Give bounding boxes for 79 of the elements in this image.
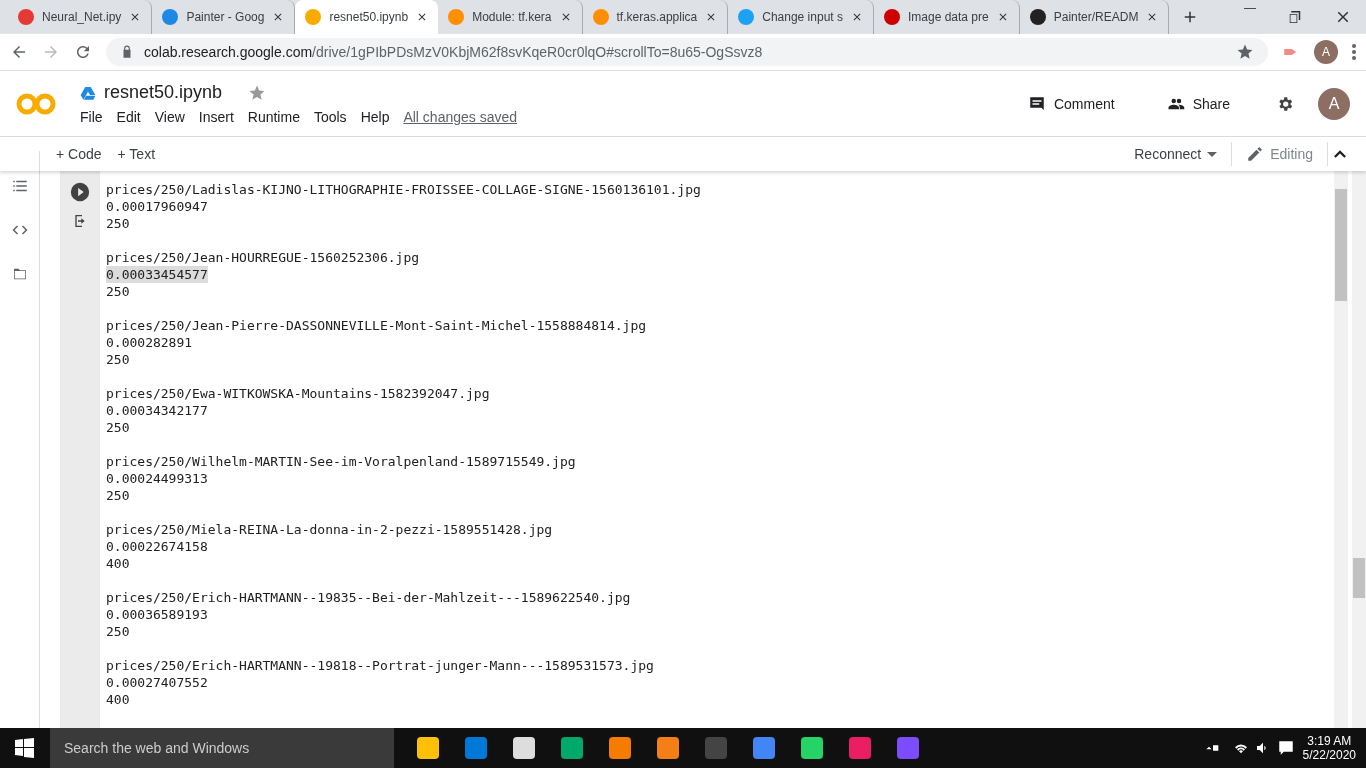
app-icon[interactable] — [753, 737, 775, 759]
add-code-button[interactable]: + Code — [48, 142, 110, 166]
output-line: 0.00022674158 — [106, 538, 208, 555]
app-icon[interactable] — [849, 737, 871, 759]
output-line: prices/250/Erich-HARTMANN--19835--Bei-der-Mahlzeit---1589622540.jpg — [106, 589, 631, 606]
notebook-title[interactable]: resnet50.ipynb — [104, 82, 223, 103]
menu-item[interactable]: Help — [360, 109, 390, 125]
profile-avatar[interactable]: A — [1314, 40, 1338, 64]
output-line: 0.00036589193 — [106, 606, 208, 623]
caret-icon — [1207, 151, 1218, 157]
menu-item[interactable]: File — [80, 109, 103, 125]
favicon-icon — [592, 9, 609, 25]
output-line: 250 — [106, 623, 130, 640]
add-text-button[interactable]: + Text — [109, 142, 164, 166]
notification-icon — [1276, 739, 1295, 757]
app-icon[interactable] — [897, 737, 919, 759]
output-line: 250 — [106, 283, 130, 300]
comment-icon — [1027, 94, 1046, 113]
output-line: 250 — [106, 351, 130, 368]
output-line: 0.00034342177 — [106, 402, 208, 419]
search-field[interactable]: Search the web and Windows — [50, 728, 394, 768]
save-status-link[interactable]: All changes saved — [403, 109, 518, 125]
reload-icon — [74, 43, 92, 61]
drive-icon — [80, 84, 96, 101]
favicon-icon — [884, 9, 900, 25]
run-icon — [69, 181, 91, 203]
colab-logo[interactable] — [16, 91, 56, 116]
output-line: 0.00027407552 — [106, 674, 208, 691]
output-line: prices/250/Ewa-WITKOWSKA-Mountains-1582392047.jpg — [106, 385, 490, 402]
app-icon[interactable] — [561, 737, 583, 759]
reconnect-button[interactable]: Reconnect — [1126, 142, 1226, 166]
app-icon[interactable] — [417, 737, 439, 759]
menu-item[interactable]: Tools — [313, 109, 347, 125]
output-line: 0.00017960947 — [106, 198, 208, 215]
app-icon[interactable] — [657, 737, 679, 759]
star-icon — [1236, 43, 1254, 61]
favicon-icon — [162, 9, 179, 25]
favicon-icon — [18, 9, 34, 25]
address-bar[interactable]: colab.research.google.com/drive/1gPIbPDsMzV0KbjM62f8svKqeR0cr0lqO#scrollTo=8u65-OgSsvz8 — [106, 38, 1268, 66]
favicon-icon — [448, 9, 465, 25]
menu-item[interactable]: Edit — [116, 109, 141, 125]
browser-tab[interactable]: resnet50.ipynb — [295, 0, 439, 34]
output-line: 0.000282891 — [106, 334, 193, 351]
output-line: prices/250/Jean-Pierre-DASSONNEVILLE-Mont-Saint-Michel-1558884814.jpg — [106, 317, 647, 334]
favicon-icon — [1029, 9, 1046, 25]
output-line: 250 — [106, 419, 130, 436]
pencil-icon — [1246, 145, 1265, 163]
output-line: 250 — [106, 487, 130, 504]
output-line: 400 — [106, 555, 130, 572]
collapse-icon — [1334, 150, 1346, 158]
clock[interactable]: 3:19 AM 5/22/2020 — [1302, 734, 1356, 762]
menu-item[interactable]: Runtime — [247, 109, 300, 125]
editing-button[interactable]: Editing — [1238, 141, 1321, 167]
comment-button[interactable]: Comment — [1021, 93, 1121, 114]
forward-icon — [42, 43, 60, 61]
output-line: 250 — [106, 215, 130, 232]
user-avatar[interactable]: A — [1318, 87, 1350, 120]
app-icon[interactable] — [609, 737, 631, 759]
app-icon[interactable] — [801, 737, 823, 759]
favicon-icon — [305, 9, 322, 25]
output-line: 0.00024499313 — [106, 470, 208, 487]
output-line: prices/250/Miela-REINA-La-donna-in-2-pezzi-1589551428.jpg — [106, 521, 553, 538]
app-icon[interactable] — [465, 737, 487, 759]
app-icon[interactable] — [513, 737, 535, 759]
menu-item[interactable]: Insert — [198, 109, 234, 125]
close-icon — [851, 11, 863, 23]
scrollbar[interactable] — [1334, 171, 1348, 728]
more-icon — [1352, 44, 1356, 60]
url-text: colab.research.google.com/drive/1gPIbPDsMzV0KbjM62f8svKqeR0cr0lqO#scrollTo=8u65-OgSsvz8 — [144, 44, 764, 60]
favicon-icon — [738, 9, 755, 25]
output-line: 400 — [106, 691, 130, 708]
output-line: prices/250/Erich-HARTMANN--19818--Portrat-junger-Mann---1589531573.jpg — [106, 657, 654, 674]
menu-item[interactable]: View — [154, 109, 185, 125]
output-line: prices/250/Wilhelm-MARTIN-See-im-Voralpenland-1589715549.jpg — [106, 453, 576, 470]
share-button[interactable]: Share — [1160, 93, 1236, 114]
output-line: prices/250/Ladislas-KIJNO-LITHOGRAPHIE-FROISSEE-COLLAGE-SIGNE-1560136101.jpg — [106, 181, 701, 198]
scrollbar[interactable] — [1352, 171, 1366, 728]
minimize-icon — [1244, 8, 1256, 9]
output-line: prices/250/Jean-HOURREGUE-1560252306.jpg — [106, 249, 420, 266]
